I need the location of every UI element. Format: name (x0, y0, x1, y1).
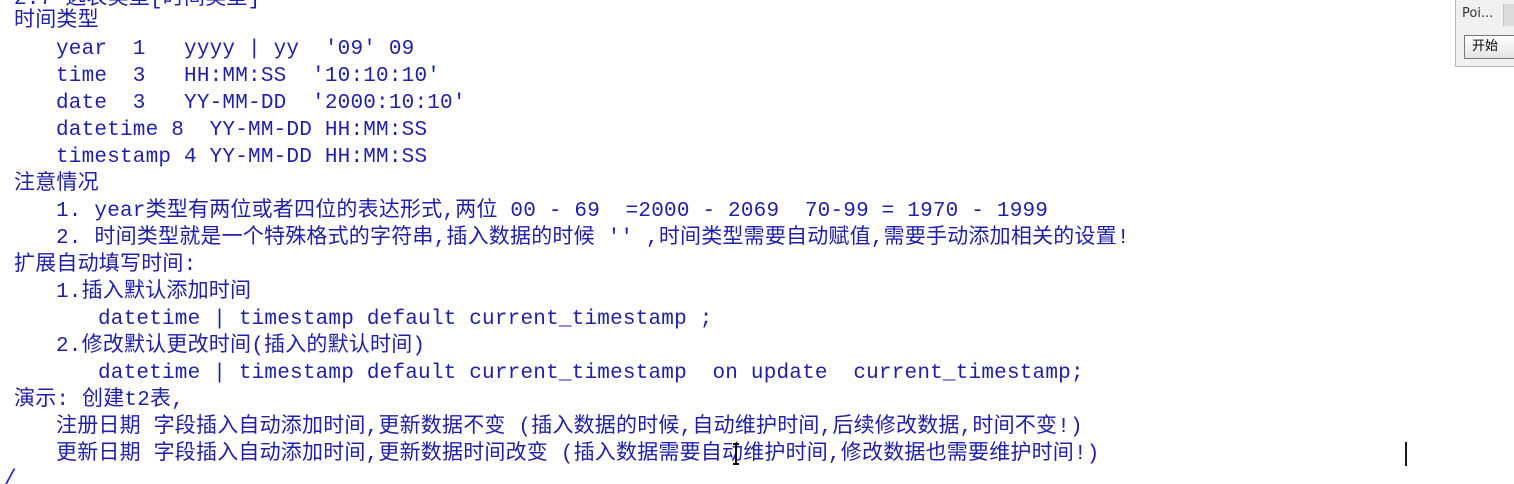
code-line-on-update: datetime | timestamp default current_tim… (98, 362, 1084, 385)
note-item-1: 1. year类型有两位或者四位的表达形式,两位 00 - 69 =2000 -… (56, 200, 1049, 223)
type-row-datetime: datetime 8 YY-MM-DD HH:MM:SS (56, 119, 428, 142)
floating-tool-window[interactable]: Poi... 开始 (1455, 0, 1514, 67)
demo-item-update-date: 更新日期 字段插入自动添加时间,更新数据时间改变 (插入数据需要自动维护时间,修… (56, 443, 1100, 466)
trailing-char: / (4, 468, 17, 484)
type-row-date: date 3 YY-MM-DD '2000:10:10' (56, 92, 466, 115)
section-heading-notes: 注意情况 (14, 173, 99, 196)
section-heading-auto-fill: 扩展自动填写时间: (14, 254, 197, 277)
window-title: Poi... (1462, 6, 1494, 21)
type-row-timestamp: timestamp 4 YY-MM-DD HH:MM:SS (56, 146, 428, 169)
auto-fill-item-2: 2.修改默认更改时间(插入的默认时间) (56, 335, 426, 358)
section-heading-time-types: 时间类型 (14, 10, 99, 33)
code-line-default: datetime | timestamp default current_tim… (98, 308, 713, 331)
text-editor[interactable]: 2.7 选表类型[时间类型] 时间类型 year 1 yyyy | yy '09… (0, 0, 1450, 484)
text-caret (1405, 442, 1407, 466)
window-control[interactable] (1503, 4, 1514, 26)
section-heading-demo: 演示: 创建t2表, (14, 389, 185, 412)
start-button[interactable]: 开始 (1464, 35, 1514, 59)
note-item-2: 2. 时间类型就是一个特殊格式的字符串,插入数据的时候 '' ,时间类型需要自动… (56, 227, 1130, 250)
demo-item-register-date: 注册日期 字段插入自动添加时间,更新数据不变 (插入数据的时候,自动维护时间,后… (56, 416, 1083, 439)
auto-fill-item-1: 1.插入默认添加时间 (56, 281, 252, 304)
type-row-time: time 3 HH:MM:SS '10:10:10' (56, 65, 441, 88)
ibeam-cursor-icon (733, 443, 739, 465)
type-row-year: year 1 yyyy | yy '09' 09 (56, 38, 415, 61)
